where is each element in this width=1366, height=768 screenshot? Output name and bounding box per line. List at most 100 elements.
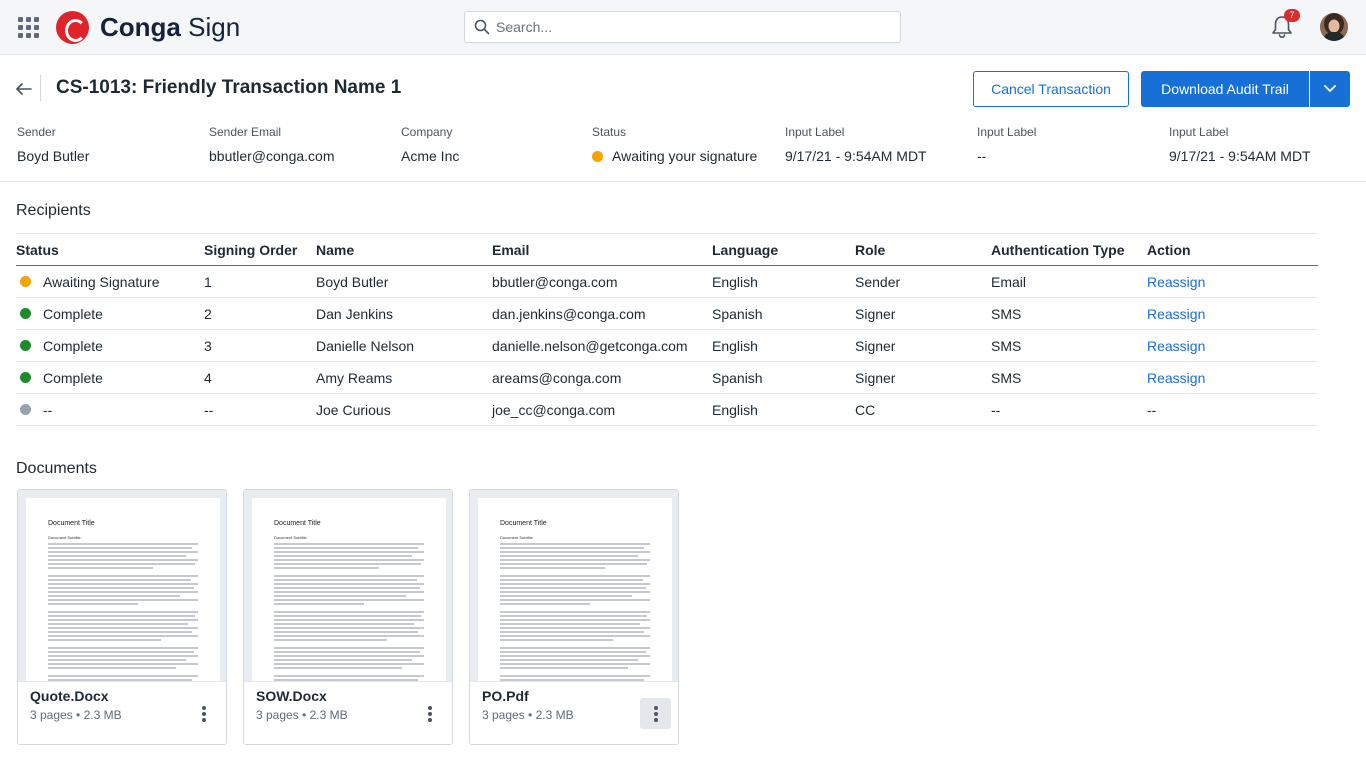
more-options-icon[interactable] <box>414 698 445 729</box>
meta-value: 9/17/21 - 9:54AM MDT <box>1169 148 1311 164</box>
reassign-link[interactable]: Reassign <box>1147 338 1205 354</box>
preview-line <box>274 547 418 549</box>
back-arrow-icon[interactable] <box>14 79 34 99</box>
column-header[interactable]: Email <box>492 233 712 266</box>
status-dot <box>20 276 31 287</box>
download-audit-trail-button[interactable]: Download Audit Trail <box>1141 71 1309 107</box>
preview-line <box>500 659 638 661</box>
preview-line <box>48 599 198 601</box>
preview-title: Document Title <box>48 520 95 527</box>
header-separator <box>0 181 1366 182</box>
recipient-name: Boyd Butler <box>316 265 492 298</box>
meta-input-2: Input Label -- <box>977 125 1036 165</box>
preview-line <box>274 579 417 581</box>
document-name: SOW.Docx <box>256 688 327 704</box>
preview-title: Document Title <box>274 520 321 527</box>
recipient-language: English <box>712 393 855 426</box>
preview-line <box>274 583 424 585</box>
preview-line <box>500 555 638 557</box>
status-text: -- <box>43 401 53 418</box>
preview-line <box>48 603 138 605</box>
preview-line <box>500 587 646 589</box>
meta-value: -- <box>977 148 987 164</box>
signing-order: 2 <box>204 297 316 330</box>
more-options-icon[interactable] <box>640 698 671 729</box>
preview-line <box>500 543 650 545</box>
column-header[interactable]: Signing Order <box>204 233 316 266</box>
meta-input-3: Input Label 9/17/21 - 9:54AM MDT <box>1169 125 1311 165</box>
preview-line <box>500 611 650 613</box>
preview-line <box>48 547 192 549</box>
preview-line <box>500 663 650 665</box>
recipient-name: Dan Jenkins <box>316 297 492 330</box>
reassign-link[interactable]: Reassign <box>1147 274 1205 290</box>
reassign-link[interactable]: Reassign <box>1147 306 1205 322</box>
column-header[interactable]: Role <box>855 233 991 266</box>
document-card[interactable]: Document Title Document Subtitle PO.Pdf … <box>469 489 679 745</box>
document-card[interactable]: Document Title Document Subtitle Quote.D… <box>17 489 227 745</box>
recipient-role: CC <box>855 393 991 426</box>
preview-line <box>274 627 424 629</box>
preview-text-lines <box>48 543 198 681</box>
signing-order: 1 <box>204 265 316 298</box>
status-dot <box>20 308 31 319</box>
download-options-button[interactable] <box>1310 71 1350 107</box>
preview-line <box>274 623 414 625</box>
preview-line <box>500 647 650 649</box>
reassign-link[interactable]: Reassign <box>1147 370 1205 386</box>
preview-line <box>500 547 644 549</box>
preview-subtitle: Document Subtitle <box>274 535 307 540</box>
table-row: Complete 3 Danielle Nelson danielle.nels… <box>16 329 1318 362</box>
recipient-role: Signer <box>855 329 991 362</box>
preview-line <box>48 635 198 637</box>
document-thumbnail[interactable]: Document Title Document Subtitle <box>18 490 226 681</box>
signing-order: 4 <box>204 361 316 394</box>
preview-line <box>48 595 180 597</box>
preview-line <box>274 619 424 621</box>
recipient-language: Spanish <box>712 297 855 330</box>
preview-line <box>500 563 647 565</box>
document-name: Quote.Docx <box>30 688 109 704</box>
search-icon <box>474 19 490 35</box>
document-card-footer: SOW.Docx 3 pages • 2.3 MB <box>244 681 452 744</box>
preview-line <box>274 563 421 565</box>
cancel-transaction-button[interactable]: Cancel Transaction <box>973 71 1129 107</box>
preview-line <box>500 575 650 577</box>
preview-line <box>274 655 424 657</box>
search-box <box>464 11 901 43</box>
document-card[interactable]: Document Title Document Subtitle SOW.Doc… <box>243 489 453 745</box>
column-header[interactable]: Status <box>16 233 204 266</box>
preview-line <box>274 567 379 569</box>
recipient-role: Signer <box>855 361 991 394</box>
document-page-preview: Document Title Document Subtitle <box>252 498 446 681</box>
column-header[interactable]: Language <box>712 233 855 266</box>
user-avatar[interactable] <box>1320 13 1348 41</box>
document-thumbnail[interactable]: Document Title Document Subtitle <box>244 490 452 681</box>
app-launcher-icon[interactable] <box>18 17 39 38</box>
preview-line <box>274 615 421 617</box>
conga-logo-icon <box>56 11 89 44</box>
preview-line <box>48 551 198 553</box>
preview-line <box>48 579 191 581</box>
status-text: Complete <box>43 369 103 386</box>
column-header[interactable]: Authentication Type <box>991 233 1147 266</box>
auth-type: SMS <box>991 297 1147 330</box>
preview-line <box>500 599 650 601</box>
preview-line <box>48 583 198 585</box>
meta-value: 9/17/21 - 9:54AM MDT <box>785 148 927 164</box>
chevron-down-icon <box>1324 85 1336 92</box>
documents-title: Documents <box>16 460 97 477</box>
preview-line <box>48 543 198 545</box>
preview-title: Document Title <box>500 520 547 527</box>
preview-line <box>48 659 186 661</box>
more-options-icon[interactable] <box>188 698 219 729</box>
preview-line <box>274 543 424 545</box>
document-info: 3 pages • 2.3 MB <box>30 708 122 722</box>
search-input[interactable] <box>496 12 896 42</box>
column-header[interactable]: Name <box>316 233 492 266</box>
column-header[interactable]: Action <box>1147 233 1318 266</box>
document-thumbnail[interactable]: Document Title Document Subtitle <box>470 490 678 681</box>
preview-line <box>500 627 650 629</box>
table-row: -- -- Joe Curious joe_cc@conga.com Engli… <box>16 393 1318 426</box>
preview-line <box>500 675 650 677</box>
